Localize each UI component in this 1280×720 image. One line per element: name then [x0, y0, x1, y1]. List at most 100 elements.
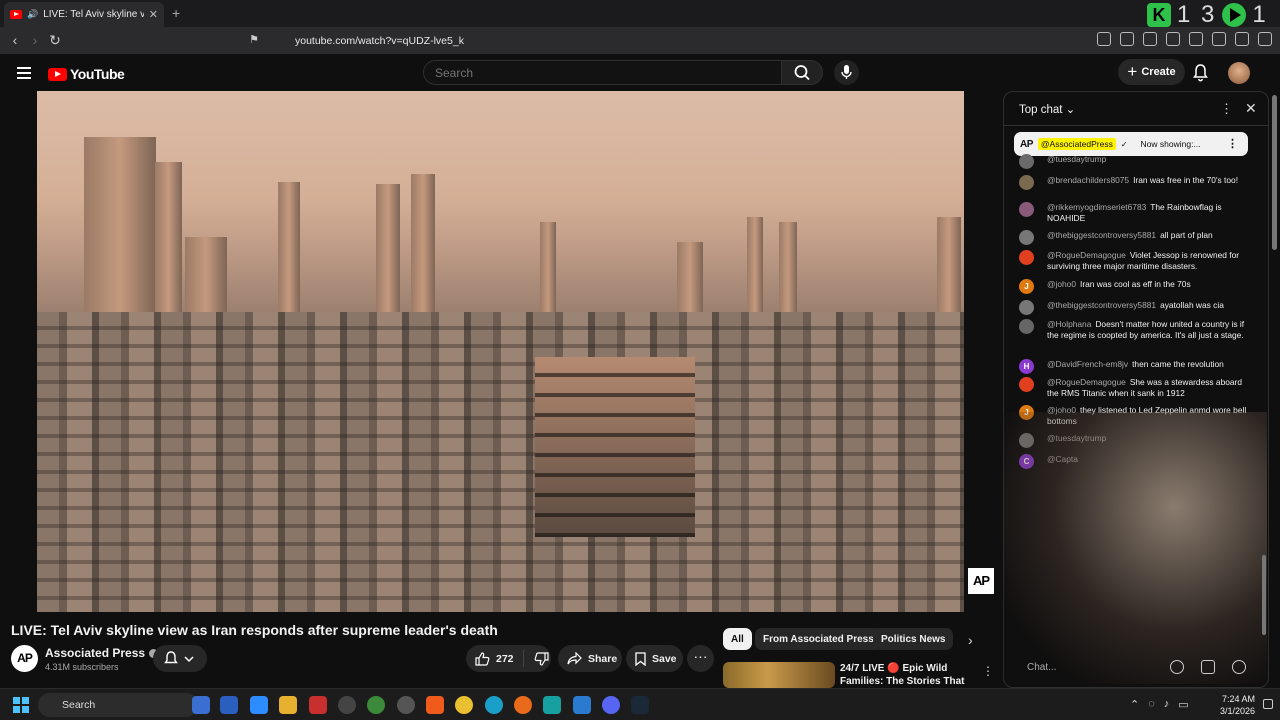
- extensions-icon[interactable]: [1097, 32, 1111, 46]
- chat-message[interactable]: J @joho0 Iran was cool as eff in the 70s: [1019, 279, 1251, 294]
- chat-more-icon[interactable]: ⋮: [1220, 101, 1233, 117]
- new-tab-button[interactable]: +: [172, 5, 180, 21]
- chat-author[interactable]: @brendachilders8075: [1047, 175, 1129, 185]
- firefox-icon[interactable]: [514, 696, 532, 714]
- chat-author[interactable]: @Capta: [1047, 454, 1078, 464]
- search-input[interactable]: [424, 61, 781, 84]
- edge-icon[interactable]: [485, 696, 503, 714]
- chat-message[interactable]: @rikkemyogdimseriet6783 The Rainbowflag i…: [1019, 202, 1251, 223]
- speaker-icon[interactable]: 🔊: [27, 9, 38, 20]
- chat-avatar[interactable]: C: [1019, 454, 1034, 469]
- back-icon[interactable]: ‹: [7, 32, 23, 48]
- menu-icon[interactable]: [1258, 32, 1272, 46]
- heart-icon[interactable]: [1232, 660, 1246, 674]
- taskbar-app-icon[interactable]: [367, 696, 385, 714]
- brave-browser-icon[interactable]: [426, 696, 444, 714]
- chat-author[interactable]: @tuesdaytrump: [1047, 154, 1106, 164]
- emoji-icon[interactable]: [1170, 660, 1184, 674]
- voice-search-button[interactable]: [834, 60, 859, 85]
- discord-icon[interactable]: [602, 696, 620, 714]
- chip-all[interactable]: All: [723, 628, 752, 650]
- bookmark-icon[interactable]: ⚑: [246, 32, 262, 48]
- chevron-right-icon[interactable]: ›: [968, 632, 973, 648]
- chat-avatar[interactable]: H: [1019, 359, 1034, 374]
- chat-author[interactable]: @joho0: [1047, 405, 1076, 415]
- chat-avatar[interactable]: [1019, 202, 1034, 217]
- chat-message[interactable]: @tuesdaytrump: [1019, 433, 1251, 448]
- battery-icon[interactable]: ▭: [1178, 698, 1188, 711]
- widgets-icon[interactable]: [192, 696, 210, 714]
- chat-avatar[interactable]: [1019, 433, 1034, 448]
- close-chat-icon[interactable]: ✕: [1245, 100, 1257, 117]
- chat-avatar[interactable]: [1019, 300, 1034, 315]
- chat-message[interactable]: @tuesdaytrump: [1019, 154, 1251, 169]
- chat-message[interactable]: J @joho0 they listened to Led Zeppelin anm…: [1019, 405, 1251, 426]
- page-scrollbar[interactable]: [1272, 95, 1277, 250]
- chat-scrollbar[interactable]: [1262, 555, 1266, 635]
- chat-message[interactable]: @RogueDemagogue Violet Jessop is renowned…: [1019, 250, 1251, 271]
- notification-center-icon[interactable]: [1263, 699, 1273, 709]
- taskbar-clock[interactable]: 7:24 AM 3/1/2026: [1205, 693, 1255, 717]
- vscode-icon[interactable]: [573, 696, 591, 714]
- chat-avatar[interactable]: [1019, 230, 1034, 245]
- chat-author[interactable]: @RogueDemagogue: [1047, 377, 1126, 387]
- channel-name[interactable]: Associated Press: [45, 646, 145, 660]
- chat-author[interactable]: @DavidFrench-em8jv: [1047, 359, 1128, 369]
- steam-icon[interactable]: [631, 696, 649, 714]
- pinned-message[interactable]: AP @AssociatedPress ✓ Now showing:... ⋮: [1014, 132, 1248, 156]
- chat-avatar[interactable]: [1019, 319, 1034, 334]
- extension-counter[interactable]: K 1 3 1: [1147, 1, 1268, 28]
- chat-message[interactable]: @thebiggestcontroversy5881 all part of pl…: [1019, 230, 1251, 245]
- windows-start-icon[interactable]: [13, 697, 29, 713]
- taskbar-app-icon[interactable]: [338, 696, 356, 714]
- sidebar-icon[interactable]: [1166, 32, 1180, 46]
- subscription-bell-button[interactable]: [153, 645, 207, 672]
- chat-avatar[interactable]: J: [1019, 279, 1034, 294]
- network-icon[interactable]: ◌: [1148, 698, 1155, 711]
- youtube-logo[interactable]: YouTube: [48, 66, 125, 82]
- chat-author[interactable]: @RogueDemagogue: [1047, 250, 1126, 260]
- like-button[interactable]: 272: [466, 650, 524, 667]
- file-explorer-icon[interactable]: [279, 696, 297, 714]
- notifications-bell-icon[interactable]: [1192, 63, 1209, 82]
- wallet-icon[interactable]: [1189, 32, 1203, 46]
- chat-author[interactable]: @joho0: [1047, 279, 1076, 289]
- taskbar-app-icon[interactable]: [250, 696, 268, 714]
- vpn-icon[interactable]: [1235, 32, 1249, 46]
- create-button[interactable]: + Create: [1118, 59, 1185, 85]
- reload-icon[interactable]: ↻: [47, 32, 63, 48]
- pinned-more-icon[interactable]: ⋮: [1227, 137, 1238, 150]
- taskbar-app-icon[interactable]: [220, 696, 238, 714]
- recommended-thumbnail[interactable]: [723, 662, 835, 688]
- chat-message[interactable]: @RogueDemagogue She was a stewardess aboa…: [1019, 377, 1251, 398]
- channel-avatar[interactable]: AP: [11, 645, 38, 672]
- chat-author[interactable]: @rikkemyogdimseriet6783: [1047, 202, 1146, 212]
- recommended-more-icon[interactable]: ⋮: [982, 664, 994, 678]
- screenshot-icon[interactable]: [1120, 32, 1134, 46]
- chat-input[interactable]: Chat...: [1012, 656, 1162, 680]
- taskbar-app-icon[interactable]: [309, 696, 327, 714]
- chrome-icon[interactable]: [455, 696, 473, 714]
- chat-message[interactable]: C @Capta: [1019, 454, 1251, 469]
- chip-from-associated-press[interactable]: From Associated Press: [755, 628, 882, 650]
- chat-author[interactable]: @thebiggestcontroversy5881: [1047, 230, 1156, 240]
- chat-avatar[interactable]: J: [1019, 405, 1034, 420]
- dislike-button[interactable]: [530, 651, 549, 666]
- music-icon[interactable]: [1143, 32, 1157, 46]
- chat-message[interactable]: @Holphana Doesn't matter how united a cou…: [1019, 319, 1251, 340]
- chat-avatar[interactable]: [1019, 154, 1034, 169]
- search-button[interactable]: [781, 60, 823, 85]
- chat-message[interactable]: @thebiggestcontroversy5881 ayatollah was …: [1019, 300, 1251, 315]
- chip-politics-news[interactable]: Politics News: [873, 628, 954, 650]
- hamburger-menu-icon[interactable]: [17, 67, 31, 82]
- chat-mode-dropdown[interactable]: Top chat ⌄: [1019, 102, 1075, 116]
- chevron-up-icon[interactable]: ⌃: [1130, 698, 1139, 711]
- arduino-icon[interactable]: [543, 696, 561, 714]
- chat-author[interactable]: @thebiggestcontroversy5881: [1047, 300, 1156, 310]
- account-avatar[interactable]: [1228, 62, 1250, 84]
- taskbar-search[interactable]: Search: [38, 693, 198, 717]
- extension-play-icon[interactable]: [1222, 3, 1247, 27]
- super-chat-icon[interactable]: [1201, 660, 1215, 674]
- video-player[interactable]: [37, 91, 964, 612]
- save-button[interactable]: Save: [626, 645, 683, 672]
